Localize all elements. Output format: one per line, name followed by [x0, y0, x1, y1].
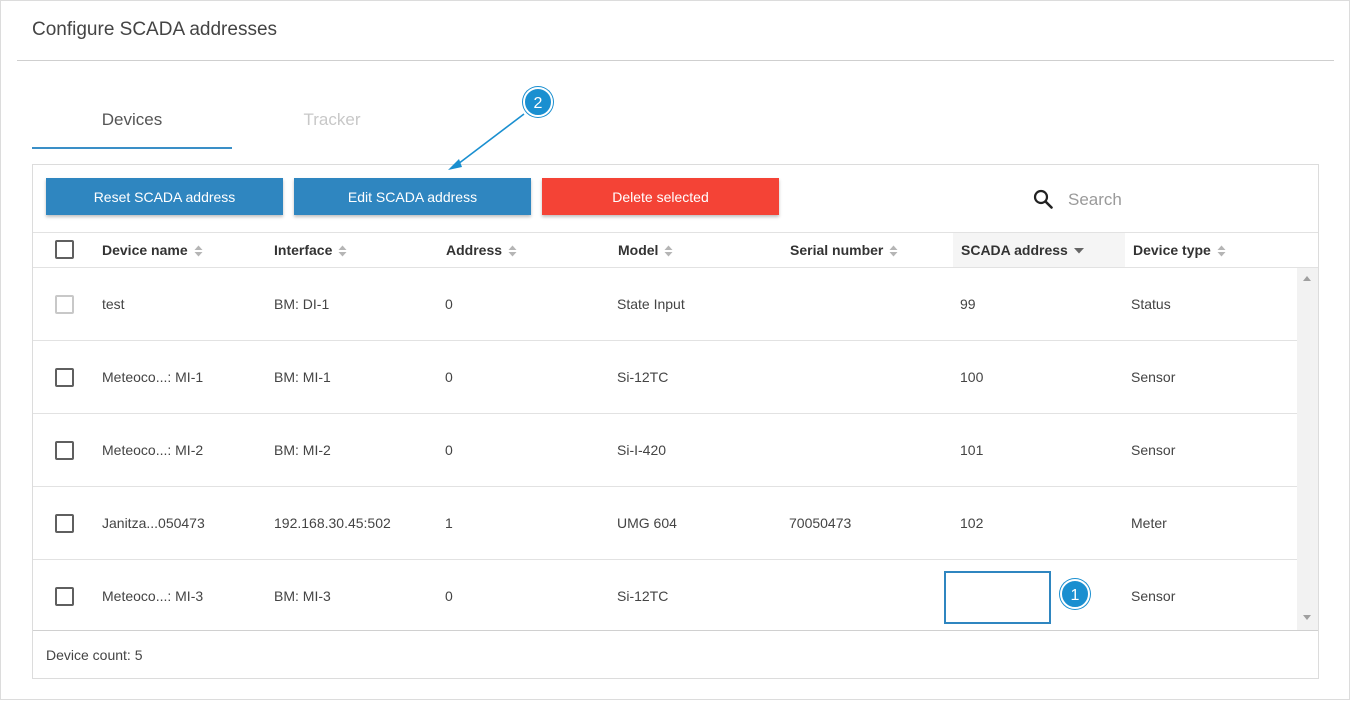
- cell-device-name: Meteoco...: MI-1: [102, 369, 204, 385]
- edit-scada-address-button[interactable]: Edit SCADA address: [294, 178, 531, 215]
- row-checkbox[interactable]: [55, 514, 74, 533]
- cell-device-type: Sensor: [1131, 588, 1176, 604]
- device-count: Device count: 5: [46, 647, 143, 663]
- cell-device-type: Sensor: [1131, 369, 1176, 385]
- cell-model: State Input: [617, 296, 685, 312]
- row-checkbox[interactable]: [55, 441, 74, 460]
- cell-model: Si-12TC: [617, 369, 669, 385]
- scada-address-edit-field[interactable]: [944, 571, 1051, 624]
- column-label: Model: [618, 242, 659, 258]
- cell-serial-number: 70050473: [789, 515, 852, 531]
- cell-interface: BM: MI-2: [274, 442, 331, 458]
- column-label: Interface: [274, 242, 333, 258]
- select-all-checkbox[interactable]: [55, 240, 74, 259]
- table-row[interactable]: test BM: DI-1 0 State Input 99 Status: [33, 268, 1297, 341]
- column-header-model[interactable]: Model: [618, 233, 673, 267]
- column-header-address[interactable]: Address: [446, 233, 517, 267]
- callout-badge-2: 2: [523, 87, 553, 117]
- table-footer: Device count: 5: [33, 630, 1318, 678]
- cell-device-name: test: [102, 296, 125, 312]
- reset-scada-address-button[interactable]: Reset SCADA address: [46, 178, 283, 215]
- row-checkbox[interactable]: [55, 368, 74, 387]
- sort-icon: [664, 245, 673, 257]
- column-label: SCADA address: [961, 242, 1068, 258]
- column-header-device-name[interactable]: Device name: [102, 233, 203, 267]
- column-header-serial-number[interactable]: Serial number: [790, 233, 898, 267]
- table-row[interactable]: Meteoco...: MI-3 BM: MI-3 0 Si-12TC Sens…: [33, 560, 1297, 630]
- sort-desc-icon: [1073, 248, 1084, 254]
- cell-address: 0: [445, 588, 453, 604]
- cell-interface: BM: MI-1: [274, 369, 331, 385]
- column-header-device-type[interactable]: Device type: [1133, 233, 1226, 267]
- row-checkbox[interactable]: [55, 587, 74, 606]
- cell-address: 0: [445, 442, 453, 458]
- cell-interface: 192.168.30.45:502: [274, 515, 391, 531]
- column-label: Serial number: [790, 242, 884, 258]
- column-header-interface[interactable]: Interface: [274, 233, 347, 267]
- callout-badge-1: 1: [1060, 579, 1090, 609]
- scroll-down-icon[interactable]: [1303, 615, 1311, 620]
- row-checkbox[interactable]: [55, 295, 74, 314]
- sort-icon: [889, 245, 898, 257]
- table-row[interactable]: Meteoco...: MI-1 BM: MI-1 0 Si-12TC 100 …: [33, 341, 1297, 414]
- cell-scada-address[interactable]: 100: [960, 341, 983, 413]
- search-icon[interactable]: [1033, 189, 1053, 209]
- cell-scada-address[interactable]: 101: [960, 414, 983, 486]
- sort-icon: [1217, 245, 1226, 257]
- table-row[interactable]: Janitza...050473 192.168.30.45:502 1 UMG…: [33, 487, 1297, 560]
- table-row[interactable]: Meteoco...: MI-2 BM: MI-2 0 Si-I-420 101…: [33, 414, 1297, 487]
- page-title: Configure SCADA addresses: [32, 19, 278, 40]
- cell-interface: BM: DI-1: [274, 296, 330, 312]
- table-header: Device name Interface Address Model Seri…: [33, 232, 1318, 268]
- cell-device-type: Status: [1131, 296, 1171, 312]
- tab-devices[interactable]: Devices: [32, 97, 232, 149]
- sort-icon: [508, 245, 517, 257]
- cell-device-type: Meter: [1131, 515, 1167, 531]
- column-label: Device name: [102, 242, 188, 258]
- cell-model: UMG 604: [617, 515, 677, 531]
- column-header-scada-address[interactable]: SCADA address: [953, 233, 1125, 267]
- sort-icon: [338, 245, 347, 257]
- cell-model: Si-12TC: [617, 588, 669, 604]
- search-input[interactable]: [1068, 185, 1298, 215]
- cell-address: 0: [445, 369, 453, 385]
- scroll-up-icon[interactable]: [1303, 276, 1311, 281]
- delete-selected-button[interactable]: Delete selected: [542, 178, 779, 215]
- title-divider: [17, 60, 1334, 61]
- cell-interface: BM: MI-3: [274, 588, 331, 604]
- column-label: Address: [446, 242, 503, 258]
- devices-panel: Reset SCADA address Edit SCADA address D…: [32, 164, 1319, 679]
- cell-device-name: Meteoco...: MI-2: [102, 442, 204, 458]
- table-body: test BM: DI-1 0 State Input 99 Status Me…: [33, 268, 1297, 630]
- cell-device-type: Sensor: [1131, 442, 1176, 458]
- tab-tracker[interactable]: Tracker: [232, 97, 432, 149]
- cell-address: 0: [445, 296, 453, 312]
- column-label: Device type: [1133, 242, 1211, 258]
- cell-device-name: Janitza...050473: [102, 515, 205, 531]
- configure-scada-dialog: Configure SCADA addresses Devices Tracke…: [0, 0, 1350, 700]
- cell-model: Si-I-420: [617, 442, 667, 458]
- cell-scada-address[interactable]: 102: [960, 487, 983, 559]
- cell-scada-address[interactable]: 99: [960, 268, 976, 340]
- sort-icon: [194, 245, 203, 257]
- cell-address: 1: [445, 515, 453, 531]
- cell-device-name: Meteoco...: MI-3: [102, 588, 204, 604]
- vertical-scrollbar[interactable]: [1297, 268, 1318, 630]
